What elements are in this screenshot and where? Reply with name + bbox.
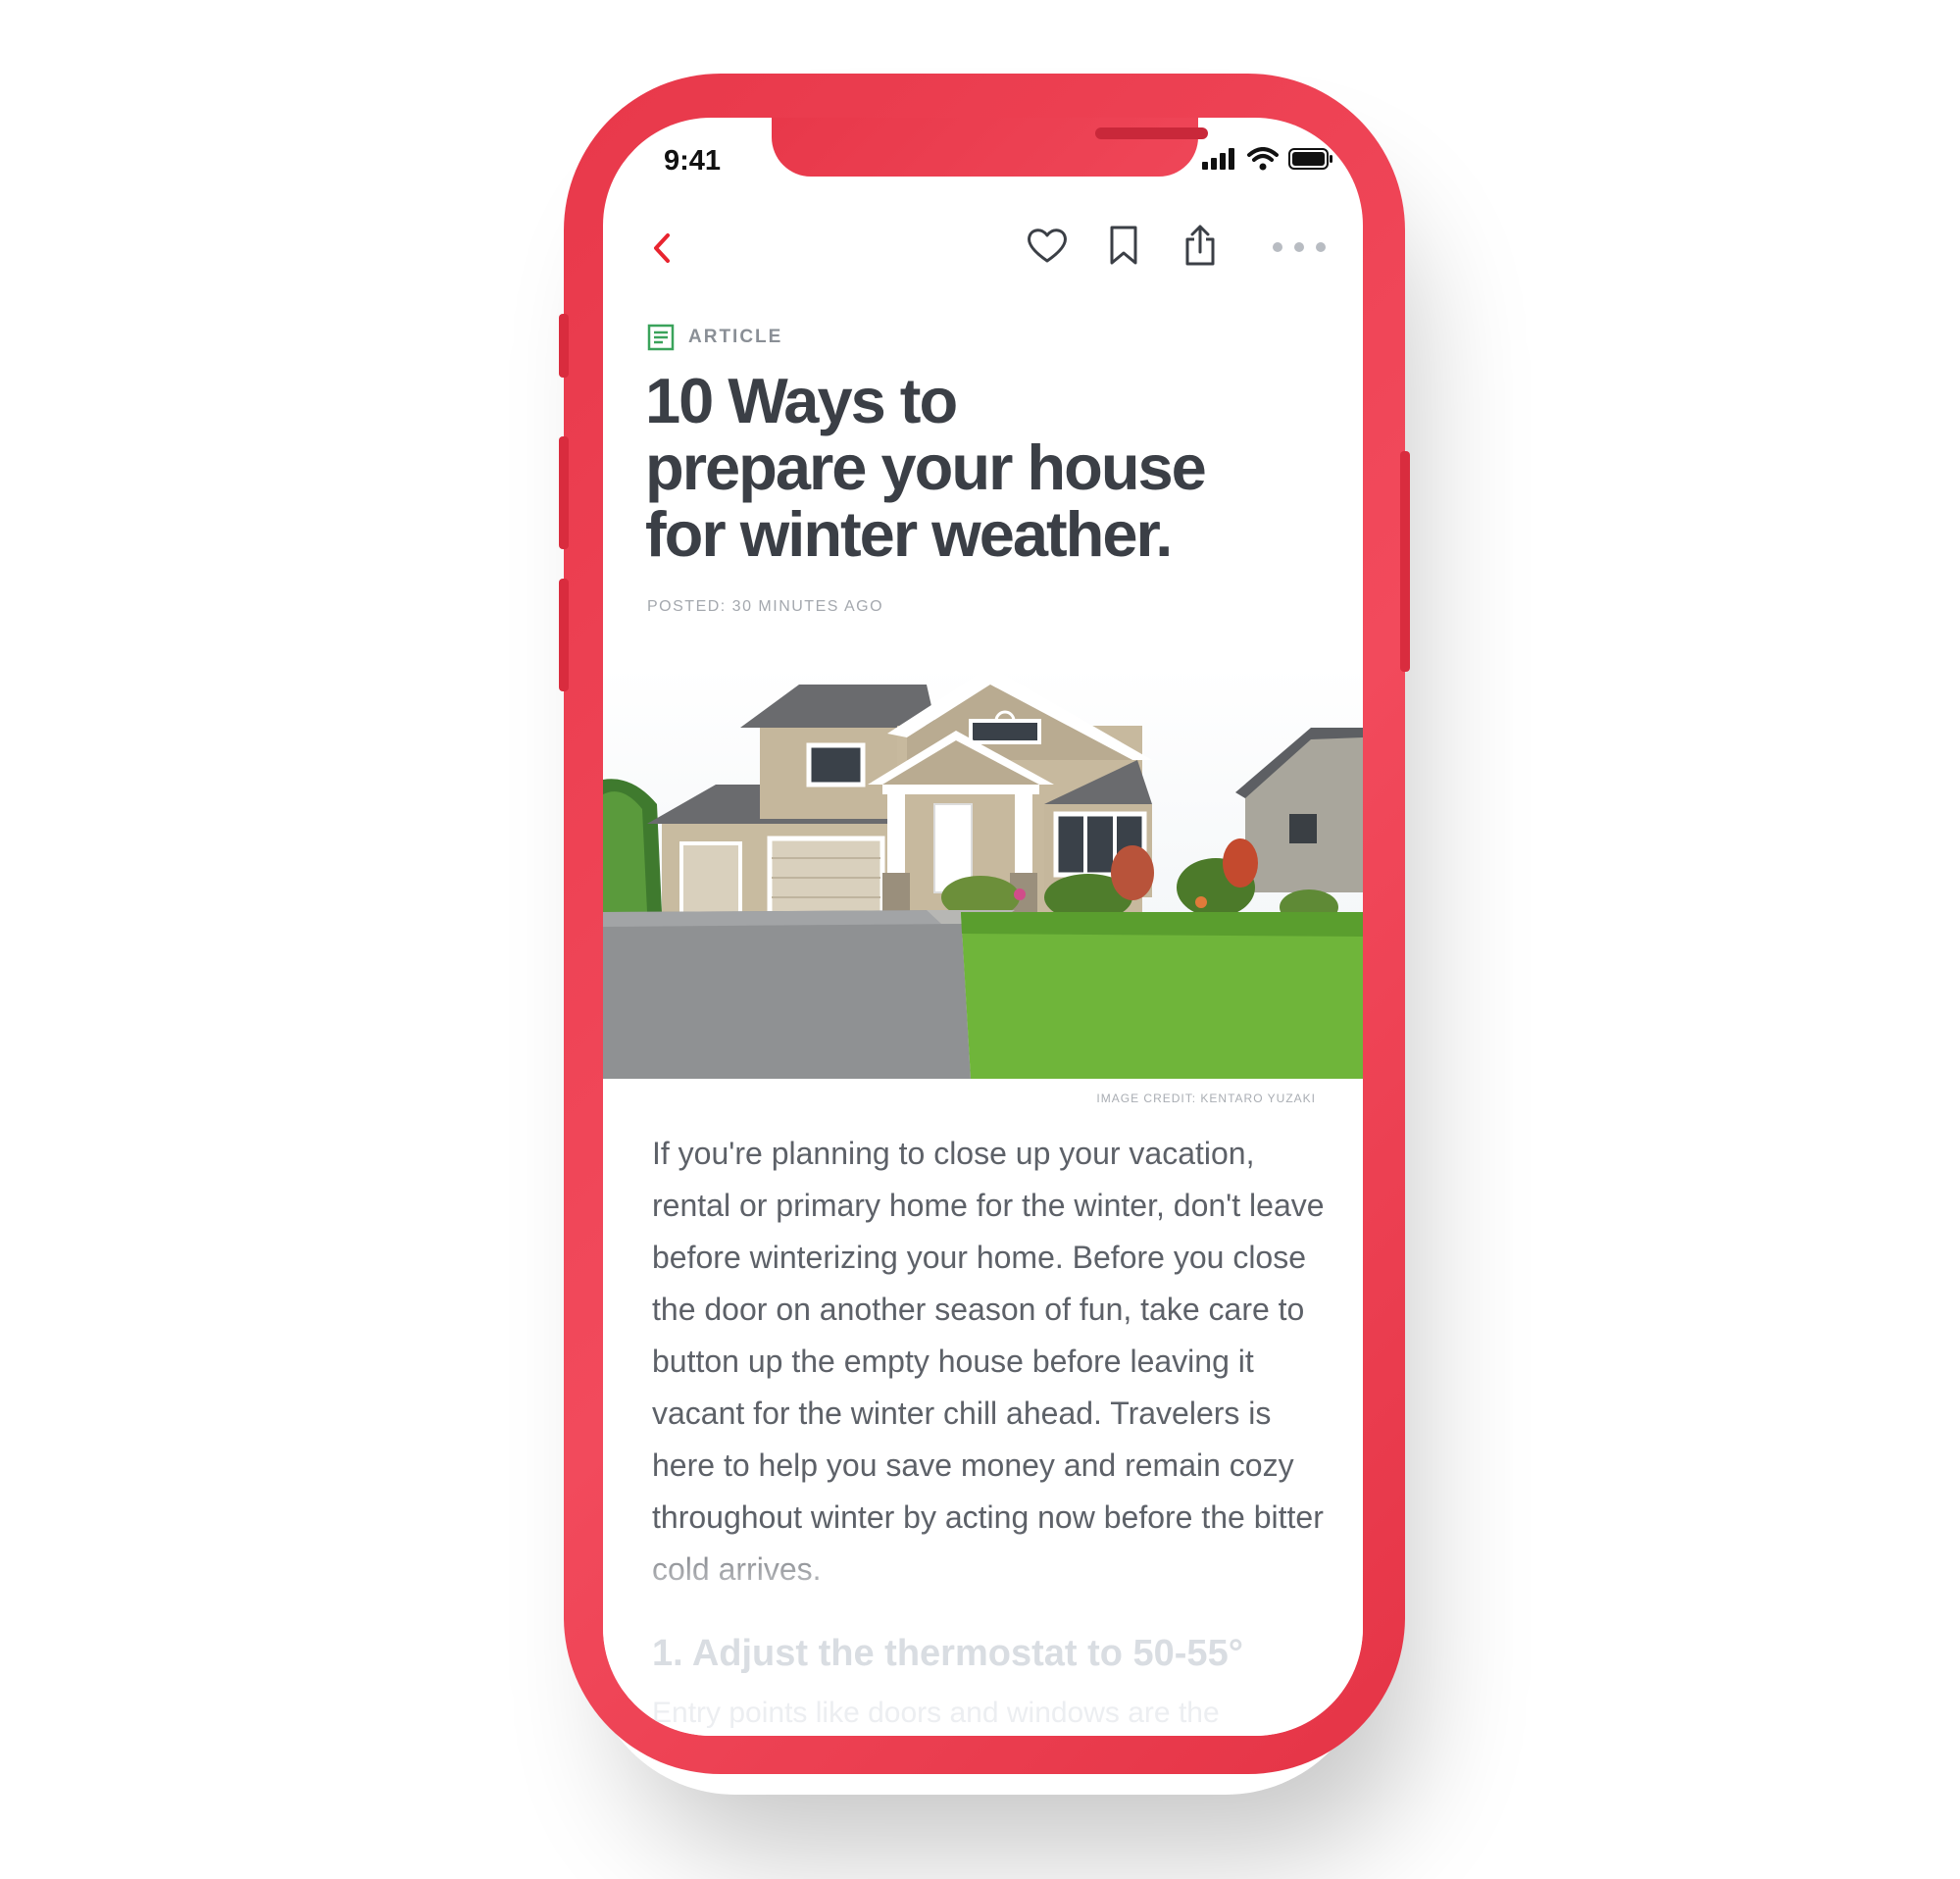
like-button[interactable] — [1025, 221, 1070, 270]
share-button[interactable] — [1178, 221, 1223, 270]
section-heading: 1. Adjust the thermostat to 50-55° — [652, 1633, 1243, 1674]
wifi-icon — [1247, 147, 1279, 176]
article-category-label: ARTICLE — [688, 327, 783, 347]
share-icon — [1185, 225, 1215, 266]
chevron-left-icon — [654, 233, 670, 263]
status-time: 9:41 — [664, 145, 722, 177]
bookmark-icon — [1110, 226, 1137, 265]
heart-icon — [1028, 229, 1067, 263]
power-button — [1400, 451, 1410, 672]
article-title-line-1: 10 Ways to — [645, 365, 958, 436]
article-title-line-3: for winter weather. — [645, 498, 1173, 570]
image-credit: IMAGE CREDIT: KENTARO YUZAKI — [1096, 1092, 1316, 1105]
volume-up-button — [559, 436, 569, 549]
bookmark-button[interactable] — [1101, 221, 1146, 270]
toolbar-actions — [1025, 221, 1223, 270]
signal-icon — [1202, 148, 1237, 175]
status-icons — [1202, 147, 1333, 176]
more-dots-icon — [1273, 242, 1326, 252]
volume-down-button — [559, 579, 569, 691]
section-preview: Entry points like doors and windows are … — [652, 1697, 1220, 1729]
battery-icon — [1288, 148, 1333, 175]
back-button[interactable] — [642, 224, 681, 273]
article-icon — [647, 324, 675, 351]
article-category: ARTICLE — [647, 324, 782, 351]
house-photo — [603, 667, 1363, 1079]
speaker-grille — [1095, 127, 1208, 139]
phone-screen: 9:41 ARTICLE 10 Ways to prepare your hou… — [603, 118, 1363, 1736]
silent-switch — [559, 314, 569, 378]
article-body: If you're planning to close up your vaca… — [652, 1136, 1325, 1587]
notch — [772, 118, 1208, 177]
more-button[interactable] — [1270, 228, 1329, 267]
article-title: 10 Ways to prepare your house for winter… — [645, 368, 1282, 568]
posted-timestamp: POSTED: 30 MINUTES AGO — [647, 598, 884, 615]
article-title-line-2: prepare your house — [645, 432, 1207, 503]
